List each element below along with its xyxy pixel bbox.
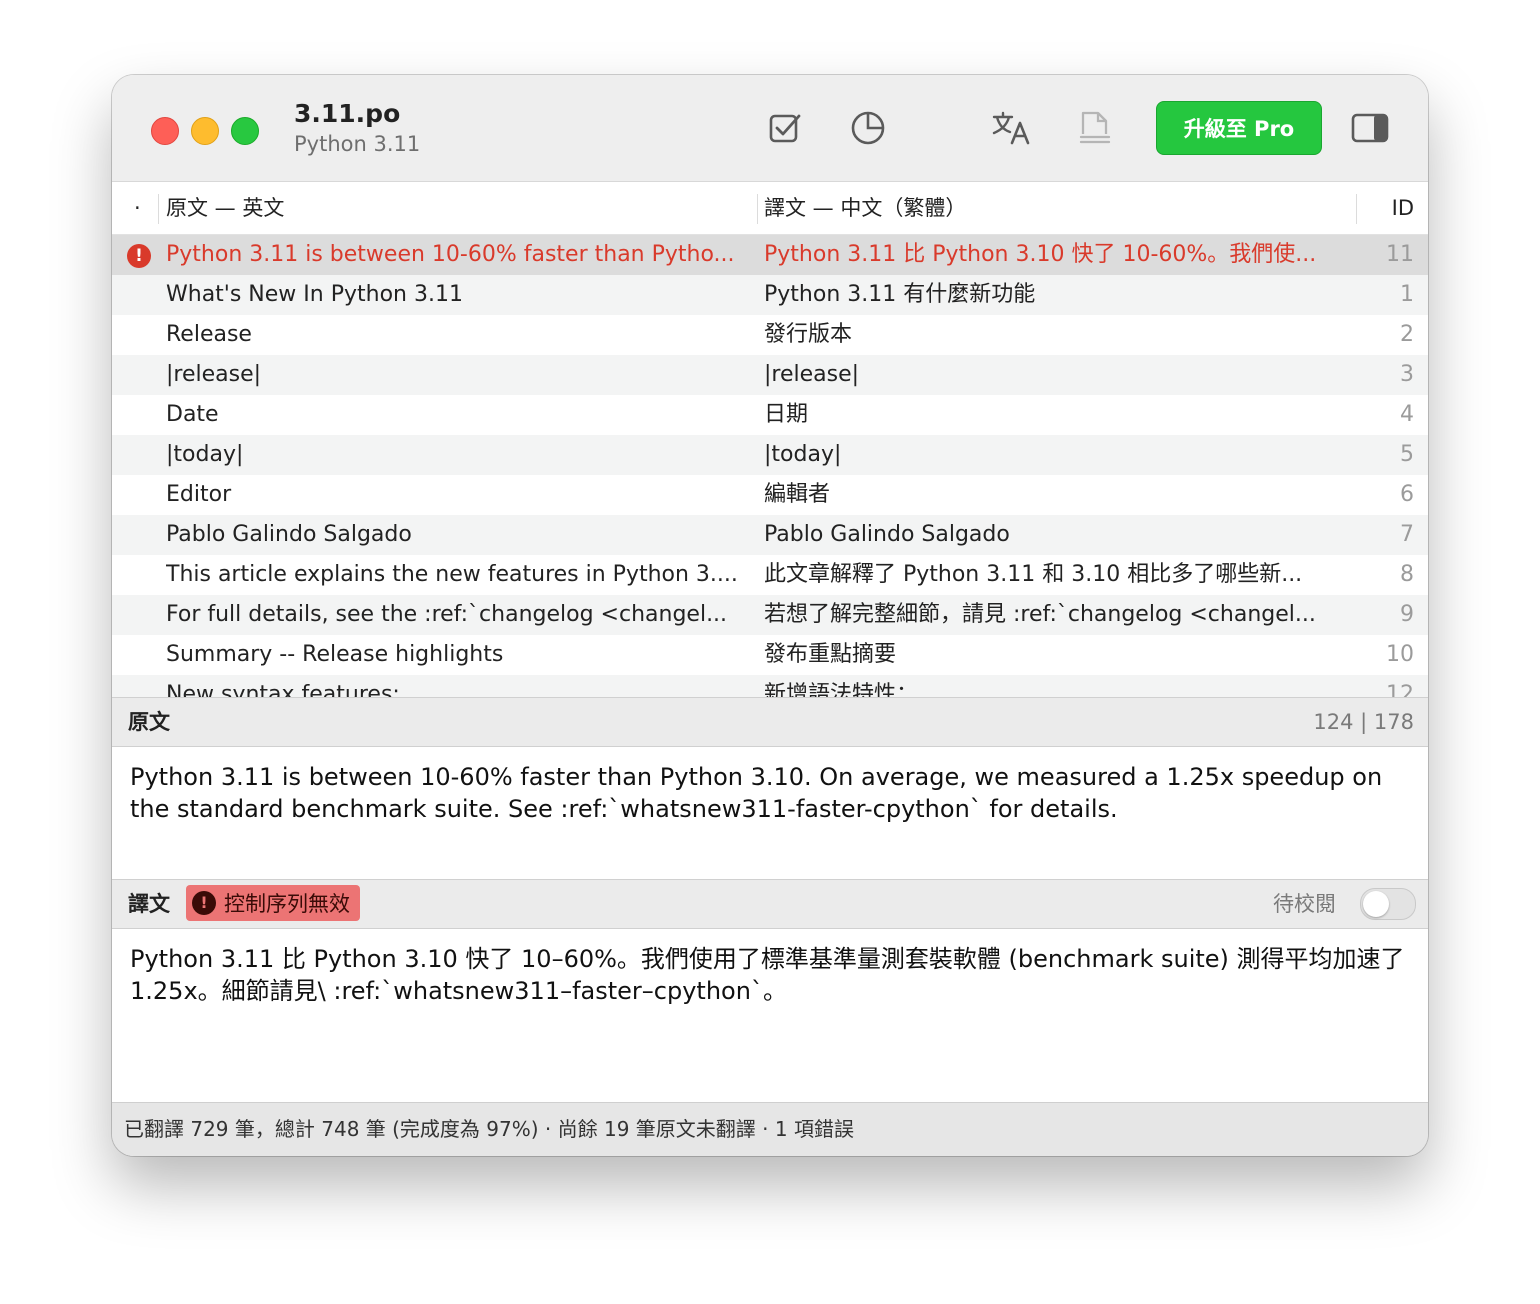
translation-cell: Pablo Galindo Salgado (764, 522, 1010, 547)
document-title: 3.11.po (294, 99, 401, 128)
source-cell: New syntax features: (166, 682, 400, 697)
table-row[interactable]: |today| |today| 5 (112, 435, 1428, 475)
translation-pane-header: 譯文 ! 控制序列無效 待校閱 (112, 879, 1428, 929)
error-icon: ! (127, 244, 151, 268)
column-divider[interactable] (158, 194, 159, 224)
translation-cell: 日期 (764, 402, 809, 427)
checkbox-icon (769, 114, 801, 143)
table-row[interactable]: Pablo Galindo Salgado Pablo Galindo Salg… (112, 515, 1428, 555)
table-row[interactable]: Editor 編輯者 6 (112, 475, 1428, 515)
document-icon (1079, 111, 1111, 144)
id-cell: 11 (1386, 242, 1414, 267)
source-cell: This article explains the new features i… (166, 562, 738, 587)
source-column-header[interactable]: 原文 — 英文 (166, 182, 284, 234)
table-row[interactable]: ! Python 3.11 is between 10-60% faster t… (112, 235, 1428, 275)
toggle-sidebar-button[interactable] (1345, 105, 1395, 151)
minimize-window-button[interactable] (191, 117, 219, 145)
app-window: 3.11.po Python 3.11 升級至 Pro · 原文 — 英文 譯文… (112, 75, 1428, 1156)
translate-icon (992, 111, 1030, 145)
table-row[interactable]: For full details, see the :ref:`changelo… (112, 595, 1428, 635)
pretranslate-button[interactable] (986, 105, 1036, 151)
source-pane-label: 原文 (128, 710, 170, 734)
source-cell: What's New In Python 3.11 (166, 282, 463, 307)
zoom-window-button[interactable] (231, 117, 259, 145)
source-cell: |today| (166, 442, 244, 467)
translation-cell: 若想了解完整細節，請見 :ref:`changelog <changel... (764, 602, 1316, 627)
translation-cell: Python 3.11 有什麼新功能 (764, 282, 1036, 307)
validate-button[interactable] (760, 105, 810, 151)
source-cell: For full details, see the :ref:`changelo… (166, 602, 728, 627)
translation-pane-label: 譯文 (128, 892, 170, 916)
id-cell: 8 (1400, 562, 1414, 587)
table-row[interactable]: Summary -- Release highlights 發布重點摘要 10 (112, 635, 1428, 675)
status-column-header[interactable]: · (134, 182, 141, 234)
id-cell: 1 (1400, 282, 1414, 307)
translation-cell: 發布重點摘要 (764, 642, 897, 667)
close-window-button[interactable] (151, 117, 179, 145)
source-cell: Summary -- Release highlights (166, 642, 504, 667)
source-text: Python 3.11 is between 10-60% faster tha… (130, 763, 1383, 823)
pie-chart-icon (851, 111, 885, 145)
needs-review-label: 待校閱 (1273, 892, 1336, 916)
compile-button[interactable] (1070, 105, 1120, 151)
id-column-header[interactable]: ID (1392, 182, 1414, 234)
id-cell: 2 (1400, 322, 1414, 347)
source-cell: Editor (166, 482, 232, 507)
column-divider[interactable] (757, 194, 758, 224)
id-cell: 9 (1400, 602, 1414, 627)
table-row[interactable]: New syntax features: 新增語法特性： 12 (112, 675, 1428, 697)
translation-cell: Python 3.11 比 Python 3.10 快了 10-60%。我們使.… (764, 242, 1317, 267)
table-row[interactable]: Date 日期 4 (112, 395, 1428, 435)
source-cell: Pablo Galindo Salgado (166, 522, 412, 547)
id-cell: 4 (1400, 402, 1414, 427)
source-cell: Python 3.11 is between 10-60% faster tha… (166, 242, 735, 267)
document-subtitle: Python 3.11 (294, 132, 421, 156)
source-cell: Date (166, 402, 219, 427)
id-cell: 10 (1386, 642, 1414, 667)
table-row[interactable]: Release 發行版本 2 (112, 315, 1428, 355)
error-badge[interactable]: ! 控制序列無效 (186, 885, 360, 921)
source-text-area[interactable]: Python 3.11 is between 10-60% faster tha… (112, 747, 1428, 879)
id-cell: 7 (1400, 522, 1414, 547)
source-pane-header: 原文 124 | 178 (112, 697, 1428, 747)
source-cell: |release| (166, 362, 262, 387)
translation-cell: 此文章解釋了 Python 3.11 和 3.10 相比多了哪些新... (764, 562, 1303, 587)
translation-cell: 編輯者 (764, 482, 831, 507)
status-text: 已翻譯 729 筆，總計 748 筆 (完成度為 97%) · 尚餘 19 筆原… (124, 1117, 854, 1141)
needs-review-toggle[interactable] (1360, 888, 1416, 920)
translation-text: Python 3.11 比 Python 3.10 快了 10–60%。我們使用… (130, 945, 1405, 1005)
id-cell: 6 (1400, 482, 1414, 507)
upgrade-pro-button[interactable]: 升級至 Pro (1156, 101, 1322, 155)
id-cell: 5 (1400, 442, 1414, 467)
column-divider[interactable] (1356, 194, 1357, 224)
translation-cell: |release| (764, 362, 860, 387)
sidebar-icon (1351, 113, 1389, 143)
translation-cell: 新增語法特性： (764, 682, 919, 697)
error-icon: ! (192, 891, 216, 915)
translation-cell: 發行版本 (764, 322, 853, 347)
translation-cell: |today| (764, 442, 842, 467)
table-row[interactable]: This article explains the new features i… (112, 555, 1428, 595)
toggle-knob (1363, 891, 1389, 917)
status-bar: 已翻譯 729 筆，總計 748 筆 (完成度為 97%) · 尚餘 19 筆原… (112, 1102, 1428, 1156)
statistics-button[interactable] (843, 105, 893, 151)
title-bar: 3.11.po Python 3.11 升級至 Pro (112, 75, 1428, 182)
source-cell: Release (166, 322, 252, 347)
table-header: · 原文 — 英文 譯文 — 中文（繁體） ID (112, 182, 1428, 235)
id-cell: 3 (1400, 362, 1414, 387)
table-row[interactable]: What's New In Python 3.11 Python 3.11 有什… (112, 275, 1428, 315)
id-cell: 12 (1386, 682, 1414, 697)
translation-text-area[interactable]: Python 3.11 比 Python 3.10 快了 10–60%。我們使用… (112, 929, 1428, 1101)
error-badge-text: 控制序列無效 (224, 892, 350, 916)
strings-table[interactable]: ! Python 3.11 is between 10-60% faster t… (112, 235, 1428, 697)
table-row[interactable]: |release| |release| 3 (112, 355, 1428, 395)
character-counter: 124 | 178 (1313, 710, 1414, 734)
translation-column-header[interactable]: 譯文 — 中文（繁體） (764, 182, 966, 234)
